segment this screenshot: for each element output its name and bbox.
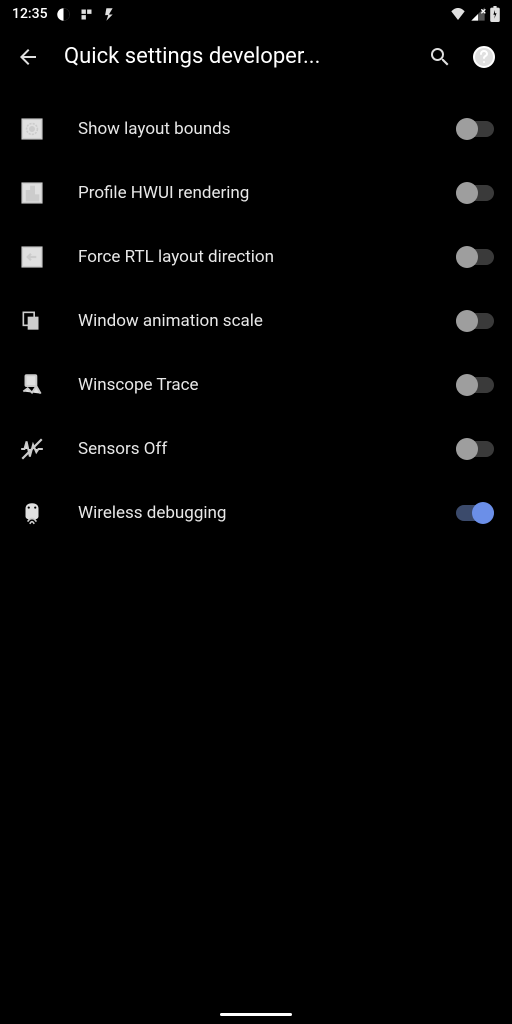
- winscope-icon: [18, 371, 46, 399]
- setting-winscope-trace[interactable]: Winscope Trace: [0, 353, 512, 417]
- toggle-show-layout-bounds[interactable]: [456, 118, 494, 140]
- setting-sensors-off[interactable]: Sensors Off: [0, 417, 512, 481]
- status-bolt-icon: [102, 7, 117, 22]
- rtl-icon: [18, 243, 46, 271]
- status-left: 12:35: [12, 6, 117, 22]
- setting-label: Profile HWUI rendering: [78, 183, 424, 203]
- help-button[interactable]: [472, 45, 496, 69]
- header-actions: [428, 45, 496, 69]
- search-button[interactable]: [428, 45, 452, 69]
- animation-scale-icon: [18, 307, 46, 335]
- setting-wireless-debugging[interactable]: Wireless debugging: [0, 481, 512, 545]
- setting-force-rtl[interactable]: Force RTL layout direction: [0, 225, 512, 289]
- toggle-wireless-debugging[interactable]: [456, 502, 494, 524]
- status-right: [450, 6, 500, 22]
- toggle-force-rtl[interactable]: [456, 246, 494, 268]
- nav-handle[interactable]: [220, 1013, 292, 1016]
- status-network-icon: [79, 7, 94, 22]
- status-contrast-icon: [56, 7, 71, 22]
- setting-label: Show layout bounds: [78, 119, 424, 139]
- setting-label: Window animation scale: [78, 311, 424, 331]
- toggle-profile-hwui[interactable]: [456, 182, 494, 204]
- setting-label: Winscope Trace: [78, 375, 424, 395]
- setting-show-layout-bounds[interactable]: Show layout bounds: [0, 97, 512, 161]
- page-title: Quick settings developer...: [64, 44, 404, 69]
- setting-label: Force RTL layout direction: [78, 247, 424, 267]
- back-button[interactable]: [16, 45, 40, 69]
- wifi-icon: [450, 6, 466, 22]
- sensors-icon: [18, 435, 46, 463]
- setting-window-animation[interactable]: Window animation scale: [0, 289, 512, 353]
- status-bar: 12:35: [0, 0, 512, 28]
- battery-icon: [490, 6, 500, 22]
- hwui-icon: [18, 179, 46, 207]
- toggle-winscope-trace[interactable]: [456, 374, 494, 396]
- layout-bounds-icon: [18, 115, 46, 143]
- toggle-sensors-off[interactable]: [456, 438, 494, 460]
- status-time: 12:35: [12, 6, 48, 22]
- app-header: Quick settings developer...: [0, 28, 512, 85]
- signal-icon: [470, 6, 486, 22]
- toggle-window-animation[interactable]: [456, 310, 494, 332]
- setting-label: Sensors Off: [78, 439, 424, 459]
- wireless-debug-icon: [18, 499, 46, 527]
- settings-list: Show layout bounds Profile HWUI renderin…: [0, 97, 512, 545]
- setting-profile-hwui[interactable]: Profile HWUI rendering: [0, 161, 512, 225]
- setting-label: Wireless debugging: [78, 503, 424, 523]
